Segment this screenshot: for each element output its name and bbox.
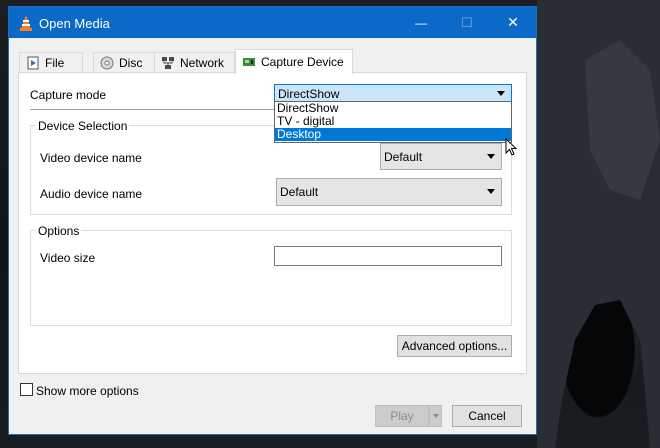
minimize-button[interactable]: —: [398, 7, 444, 38]
show-more-options-checkbox[interactable]: [20, 383, 33, 396]
window-title: Open Media: [39, 16, 110, 31]
minimize-icon: —: [415, 15, 427, 30]
maximize-button[interactable]: ☐: [444, 7, 490, 38]
options-group: [30, 230, 512, 326]
tab-label: Disc: [119, 56, 143, 70]
maximize-icon: ☐: [461, 14, 473, 30]
audio-device-label: Audio device name: [40, 187, 143, 201]
tab-label: Capture Device: [261, 55, 344, 69]
device-selection-title: Device Selection: [36, 119, 130, 133]
advanced-options-button[interactable]: Advanced options...: [397, 335, 512, 357]
tab-label: Network: [180, 56, 225, 70]
tab-capture-device[interactable]: Capture Device: [235, 49, 353, 74]
tab-label: File: [45, 56, 65, 70]
audio-device-value: Default: [280, 185, 319, 199]
separator-line: [30, 109, 274, 110]
cancel-button[interactable]: Cancel: [452, 405, 522, 427]
title-bar[interactable]: Open Media — ☐ ✕: [9, 7, 536, 38]
close-icon: ✕: [507, 14, 519, 30]
video-size-input[interactable]: [274, 246, 502, 266]
tab-network[interactable]: Network: [154, 52, 235, 73]
video-device-value: Default: [384, 149, 423, 164]
play-dropdown-button[interactable]: [429, 405, 442, 427]
capture-card-icon: [243, 58, 255, 66]
mouse-cursor-icon: [505, 138, 518, 156]
close-button[interactable]: ✕: [490, 7, 536, 38]
chevron-down-icon: [497, 90, 505, 96]
tab-file[interactable]: File: [19, 52, 83, 73]
file-icon: [27, 56, 39, 70]
capture-mode-label: Capture mode: [30, 88, 107, 102]
play-button[interactable]: Play: [375, 405, 429, 427]
video-size-label: Video size: [40, 251, 96, 265]
video-device-label: Video device name: [40, 151, 142, 165]
show-more-options-label: Show more options: [36, 384, 139, 398]
dropdown-option-desktop[interactable]: Desktop: [275, 128, 511, 141]
disc-icon: [100, 56, 114, 70]
capture-mode-value: DirectShow: [278, 86, 340, 101]
audio-device-select[interactable]: Default: [276, 178, 502, 206]
options-title: Options: [36, 224, 82, 238]
network-icon: [162, 57, 174, 69]
vlc-cone-icon: [20, 15, 32, 31]
video-device-select[interactable]: Default: [380, 143, 502, 170]
capture-mode-dropdown-list: DirectShow TV - digital Desktop: [274, 101, 512, 143]
chevron-down-icon: [487, 153, 495, 159]
chevron-down-icon: [432, 414, 439, 418]
tab-disc[interactable]: Disc: [93, 52, 155, 73]
chevron-down-icon: [487, 189, 495, 194]
